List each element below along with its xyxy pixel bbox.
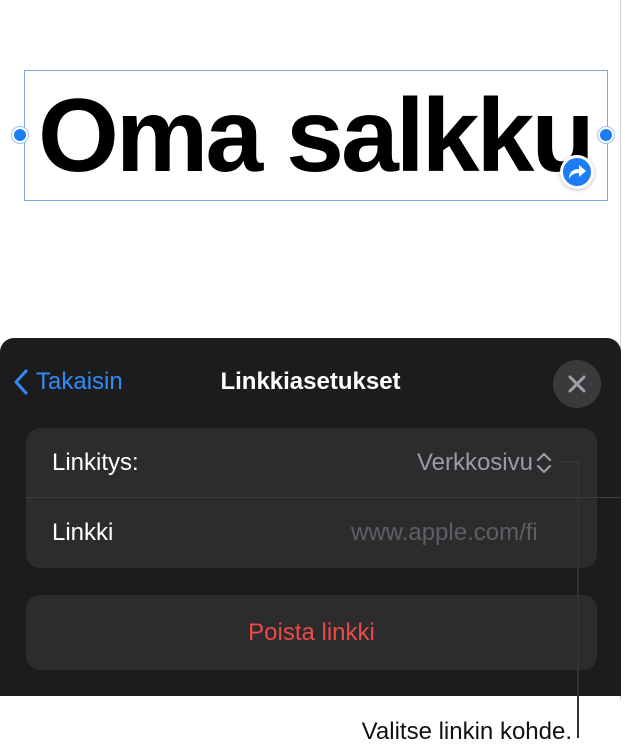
- link-url-field[interactable]: www.apple.com/fi: [351, 519, 571, 547]
- text-box-title[interactable]: Oma salkku: [38, 76, 608, 196]
- link-type-value[interactable]: Verkkosivu: [417, 449, 533, 477]
- remove-link-button[interactable]: Poista linkki: [26, 595, 597, 670]
- row-divider: [26, 497, 621, 498]
- callout-leader-vertical: [577, 461, 579, 738]
- link-type-label: Linkitys:: [52, 449, 139, 476]
- link-arrow-icon[interactable]: [560, 155, 594, 189]
- close-button[interactable]: [553, 360, 601, 408]
- panel-title: Linkkiasetukset: [220, 368, 401, 395]
- resize-handle-left[interactable]: [12, 127, 28, 143]
- resize-handle-right[interactable]: [598, 127, 614, 143]
- callout-text: Valitse linkin kohde.: [361, 718, 572, 745]
- link-type-row[interactable]: Linkitys: Verkkosivu: [26, 428, 597, 498]
- chevron-updown-icon[interactable]: [535, 451, 553, 475]
- link-url-label: Linkki: [52, 519, 114, 546]
- link-settings-group: Linkitys: Verkkosivu Linkki www.apple.co…: [26, 428, 597, 568]
- link-settings-panel: Takaisin Linkkiasetukset Linkitys: Verkk…: [0, 338, 621, 696]
- close-icon: [568, 375, 586, 393]
- link-arrow-glyph: [569, 165, 586, 179]
- callout-leader-horizontal: [557, 461, 578, 463]
- link-url-row[interactable]: Linkki www.apple.com/fi: [26, 498, 597, 568]
